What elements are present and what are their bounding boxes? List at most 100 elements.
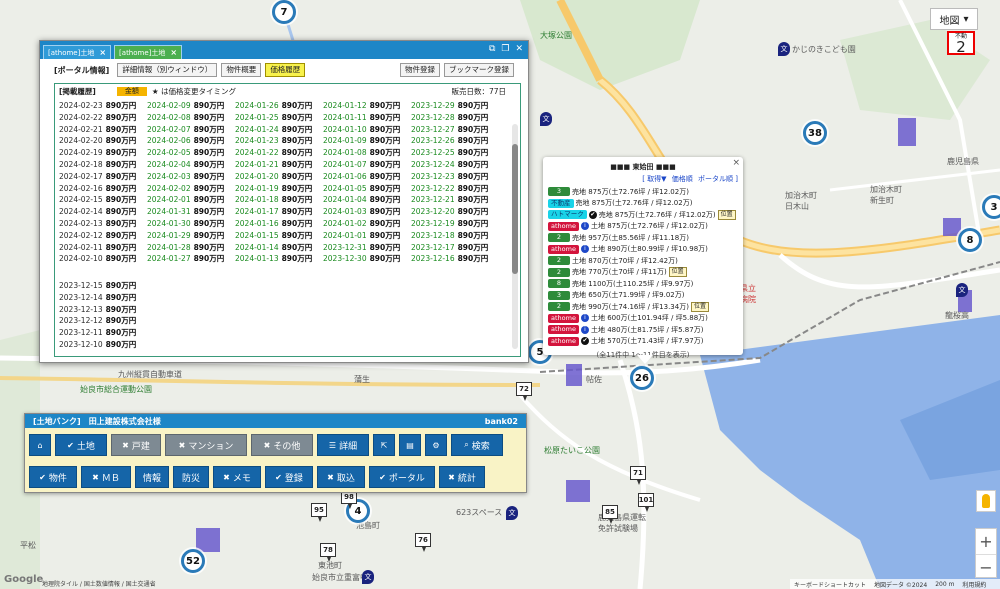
map-type-select[interactable]: 地図 ▾ (930, 8, 978, 30)
settings-button[interactable]: ⚙ (425, 434, 447, 456)
popup-row[interactable]: athome i 土地 890万(土80.99坪 / 坪10.98万) (548, 244, 738, 256)
price-history-button[interactable]: 価格履歴 (265, 63, 306, 77)
history-price: 890万円 (457, 159, 489, 169)
popup-row[interactable]: 2 売地 990万(土74.16坪 / 坪13.34万) 位置 (548, 301, 738, 313)
history-entry: 2024-02-10 890万円 (59, 253, 149, 265)
bookmark-button[interactable]: ブックマーク登録 (444, 63, 514, 77)
popup-row[interactable]: ハトマーク ✔ 売地 875万(土72.76坪 / 坪12.02万) 位置 (548, 209, 738, 221)
history-date: 2024-01-14 (235, 242, 279, 252)
map-cluster[interactable]: 52 (181, 549, 205, 573)
property-button[interactable]: ✔ 物件 (29, 466, 77, 488)
mb-button[interactable]: ✖ ＭＢ (81, 466, 131, 488)
map-cluster[interactable]: 26 (630, 366, 654, 390)
disaster-button[interactable]: 防災 (173, 466, 209, 488)
location-chip[interactable]: 位置 (717, 209, 736, 220)
tab-athome-1[interactable]: [athome]土地 × (43, 45, 112, 59)
map-cluster[interactable]: 7 (272, 0, 296, 24)
map-cluster[interactable]: 8 (958, 228, 982, 252)
listing-text: 土地 870万(土70坪 / 坪12.42万) (572, 256, 678, 265)
search-button[interactable]: ⌕ 検索 (451, 434, 503, 456)
map-pin[interactable]: 95 (311, 503, 327, 522)
portal-button[interactable]: ✔ ポータル (369, 466, 435, 488)
memo-button[interactable]: ✖ メモ (213, 466, 261, 488)
map-pin[interactable]: 72 (516, 382, 532, 401)
school-icon: 文 (362, 570, 374, 584)
popup-row[interactable]: athome ✔ 土地 570万(土71.43坪 / 坪7.97万) (548, 336, 738, 348)
fetch-link[interactable]: [ 取得▼ (642, 175, 666, 183)
house-button[interactable]: ✖ 戸建 (111, 434, 161, 456)
map-cluster[interactable]: 3 (982, 195, 1000, 219)
button-icon: ✔ (379, 472, 386, 482)
keyboard-shortcut-link[interactable]: キーボードショートカット (794, 580, 866, 589)
map-label-kodomo: かじのきこども園 (792, 45, 856, 54)
fudo-badge[interactable]: 不動 2 (947, 31, 975, 55)
location-chip[interactable]: 位置 (668, 267, 687, 278)
street-view-pegman-icon[interactable] (976, 490, 996, 512)
school-icon: 文 (956, 283, 968, 297)
popup-row[interactable]: 不動産 売地 875万(土72.76坪 / 坪12.02万) (548, 198, 738, 210)
button-icon: ⚙ (432, 440, 440, 450)
zoom-in-button[interactable]: + (976, 529, 996, 554)
land-button[interactable]: ✔ 土地 (55, 434, 107, 456)
history-scrollbar[interactable] (512, 124, 518, 349)
history-price: 890万円 (457, 242, 489, 252)
property-popup: × ■■■ 東姶田 ■■■ [ 取得▼ 価格順 ポータル順 ] 3 売地 875万… (543, 157, 743, 364)
history-price: 890万円 (369, 124, 401, 134)
history-date: 2024-02-01 (147, 195, 191, 205)
source-badge: 2 (548, 267, 570, 277)
popup-row[interactable]: athome i 土地 600万(土101.94坪 / 坪5.88万) (548, 313, 738, 325)
map-pin[interactable]: 101 (638, 493, 654, 512)
tab-athome-2[interactable]: [athome]土地 × (114, 45, 183, 59)
restore-icon[interactable]: ❐ (501, 44, 509, 54)
close-icon[interactable]: × (99, 48, 106, 57)
history-entry: 2024-01-31 890万円 (147, 206, 237, 218)
info-button[interactable]: 情報 (135, 466, 169, 488)
close-icon[interactable]: × (170, 48, 177, 57)
price-order-link[interactable]: 価格順 (672, 175, 693, 183)
button-label: 統計 (457, 473, 476, 484)
import-button[interactable]: ✖ 取込 (317, 466, 365, 488)
map-pin[interactable]: 78 (320, 543, 336, 562)
stats-button[interactable]: ✖ 統計 (439, 466, 485, 488)
close-icon[interactable]: × (732, 158, 740, 168)
location-chip[interactable]: 位置 (690, 301, 709, 312)
history-date: 2024-01-30 (147, 218, 191, 228)
popup-row[interactable]: 3 売地 875万(土72.76坪 / 坪12.02万) (548, 186, 738, 198)
detail-button[interactable]: ☰ 詳細 (317, 434, 369, 456)
history-date: 2024-01-13 (235, 254, 279, 264)
register-button[interactable]: ✔ 登録 (265, 466, 313, 488)
scrollbar-thumb[interactable] (512, 144, 518, 274)
popup-row[interactable]: athome i 土地 875万(土72.76坪 / 坪12.02万) (548, 221, 738, 233)
popup-row[interactable]: 2 売地 770万(土70坪 / 坪11万) 位置 (548, 267, 738, 279)
history-price: 890万円 (457, 195, 489, 205)
home-button[interactable]: ⌂ (29, 434, 51, 456)
terms-link[interactable]: 利用規約 (962, 580, 986, 589)
zoom-out-button[interactable]: − (976, 554, 996, 579)
popup-row[interactable]: 8 売地 1100万(土110.25坪 / 坪9.97万) (548, 278, 738, 290)
mansion-button[interactable]: ✖ マンション (165, 434, 247, 456)
history-entry: 2024-02-23 890万円 (59, 100, 149, 112)
popup-row[interactable]: 2 土地 870万(土70坪 / 坪12.42万) (548, 255, 738, 267)
other-button[interactable]: ✖ その他 (251, 434, 313, 456)
detail-info-button[interactable]: 詳細情報（別ウィンドウ） (117, 63, 218, 77)
overview-button[interactable]: 物件概要 (221, 63, 262, 77)
window-controls: ⧉ ❐ ✕ (489, 44, 523, 54)
map-cluster[interactable]: 38 (803, 121, 827, 145)
popup-row[interactable]: 3 売地 650万(土71.99坪 / 坪9.02万) (548, 290, 738, 302)
button-icon: ⌕ (464, 440, 469, 449)
history-date: 2023-12-14 (59, 292, 103, 302)
document-button[interactable]: ▤ (399, 434, 421, 456)
external-button[interactable]: ⇱ (373, 434, 395, 456)
portal-order-link[interactable]: ポータル順 ] (698, 175, 738, 183)
popup-row[interactable]: athome i 土地 480万(土81.75坪 / 坪5.87万) (548, 324, 738, 336)
map-pin[interactable]: 76 (415, 533, 431, 552)
close-icon[interactable]: ✕ (515, 44, 523, 54)
register-property-button[interactable]: 物件登録 (400, 63, 440, 77)
popout-icon[interactable]: ⧉ (489, 44, 495, 54)
button-label: 物件 (48, 473, 67, 484)
area-block (196, 528, 220, 552)
history-price: 890万円 (281, 171, 313, 181)
popup-row[interactable]: 2 売地 957万(土85.56坪 / 坪11.18万) (548, 232, 738, 244)
map-pin[interactable]: 71 (630, 466, 646, 485)
map-pin[interactable]: 85 (602, 505, 618, 524)
